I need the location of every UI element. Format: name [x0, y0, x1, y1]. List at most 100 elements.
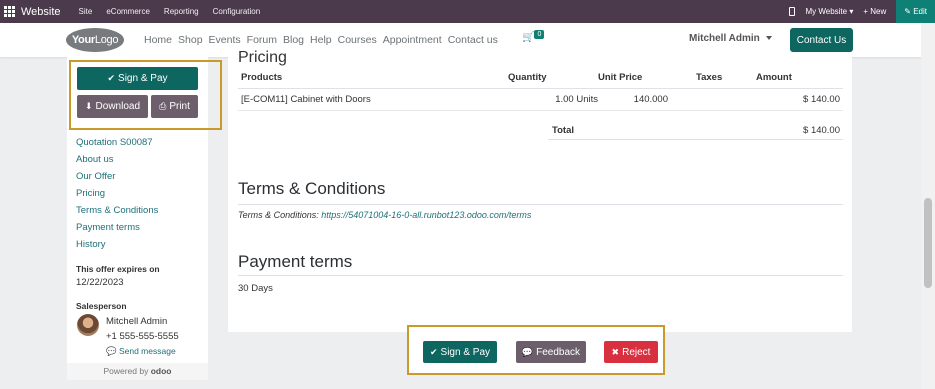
print-button[interactable]: ⎙ Print — [151, 95, 198, 118]
check-icon: ✔ — [107, 73, 116, 83]
terms-heading: Terms & Conditions — [238, 179, 386, 198]
feedback-button[interactable]: 💬 Feedback — [516, 341, 586, 363]
pricing-table: Products Quantity Unit Price Taxes Amoun… — [238, 68, 843, 111]
toc-about-us[interactable]: About us — [76, 151, 158, 168]
payment-terms-text: 30 Days — [238, 283, 273, 294]
edit-button[interactable]: ✎ Edit — [896, 0, 935, 23]
nav-help[interactable]: Help — [310, 34, 332, 46]
site-header: Your Logo Home Shop Events Forum Blog Hel… — [0, 23, 921, 57]
admin-menu-ecommerce[interactable]: eCommerce — [106, 7, 150, 16]
terms-prefix: Terms & Conditions: — [238, 210, 319, 220]
send-message-label: Send message — [118, 346, 176, 356]
payment-divider — [238, 275, 843, 276]
sidebar-sign-pay-label: Sign & Pay — [118, 73, 168, 84]
main-nav: Home Shop Events Forum Blog Help Courses… — [144, 23, 504, 57]
download-button[interactable]: ⬇ Download — [77, 95, 148, 118]
new-button[interactable]: + New — [863, 7, 886, 16]
pricing-table-header: Products Quantity Unit Price Taxes Amoun… — [238, 68, 843, 89]
total-row: Total $ 140.00 — [548, 120, 843, 140]
expire-label: This offer expires on — [76, 264, 160, 274]
cart-link[interactable]: 🛒 0 — [522, 30, 545, 43]
sidebar-sign-pay-button[interactable]: ✔ Sign & Pay — [77, 67, 198, 90]
close-icon: ✖ — [611, 346, 620, 357]
reject-button[interactable]: ✖ Reject — [604, 341, 658, 363]
logo-text-your: Your — [71, 34, 95, 46]
quote-sidebar: ✔ Sign & Pay ⬇ Download ⎙ Print Quotation S… — [67, 57, 222, 380]
nav-blog[interactable]: Blog — [283, 34, 304, 46]
nav-shop[interactable]: Shop — [178, 34, 203, 46]
powered-by-brand[interactable]: odoo — [151, 366, 172, 376]
my-website-label: My Website — [805, 7, 848, 16]
download-icon: ⬇ — [84, 101, 93, 111]
payment-terms-heading: Payment terms — [238, 252, 353, 271]
user-menu[interactable]: Mitchell Admin — [689, 33, 772, 44]
terms-link[interactable]: https://54071004-16-0-all.runbot123.odoo… — [321, 210, 531, 220]
product-quantity: 1.00 Units — [508, 88, 598, 111]
print-icon: ⎙ — [159, 101, 167, 111]
col-taxes: Taxes — [696, 68, 756, 89]
download-label: Download — [95, 101, 141, 112]
admin-menu-configuration[interactable]: Configuration — [213, 7, 261, 16]
quote-content: Pricing Products Quantity Unit Price Tax… — [228, 49, 852, 332]
col-unit-price: Unit Price — [598, 68, 696, 89]
apps-grid-icon[interactable] — [4, 5, 16, 18]
product-unit-price: 140.000 — [598, 88, 696, 111]
bottom-sign-pay-button[interactable]: ✔ Sign & Pay — [423, 341, 497, 363]
powered-by: Powered by odoo — [67, 363, 208, 380]
message-icon: 💬 — [106, 346, 117, 356]
toc-quotation[interactable]: Quotation S00087 — [76, 134, 158, 151]
avatar — [77, 314, 99, 336]
table-row: [E-COM11] Cabinet with Doors 1.00 Units … — [238, 88, 843, 111]
scrollbar-thumb[interactable] — [924, 198, 932, 288]
new-label: New — [870, 7, 887, 16]
col-amount: Amount — [756, 68, 843, 89]
nav-contact-us[interactable]: Contact us — [448, 34, 498, 46]
check-icon: ✔ — [429, 346, 438, 357]
nav-courses[interactable]: Courses — [338, 34, 377, 46]
nav-home[interactable]: Home — [144, 34, 172, 46]
nav-events[interactable]: Events — [209, 34, 241, 46]
contact-us-button[interactable]: Contact Us — [790, 28, 853, 52]
bottom-sign-pay-label: Sign & Pay — [440, 346, 491, 358]
powered-by-label: Powered by — [103, 366, 149, 376]
caret-down-icon — [765, 36, 772, 41]
product-taxes — [696, 88, 756, 111]
product-link[interactable]: [E-COM11] Cabinet with Doors — [238, 88, 508, 111]
admin-bar: Website Site eCommerce Reporting Configu… — [0, 0, 935, 23]
col-quantity: Quantity — [508, 68, 598, 89]
toc-history[interactable]: History — [76, 236, 158, 253]
admin-menu-site[interactable]: Site — [79, 7, 93, 16]
salesperson-label: Salesperson — [76, 301, 127, 311]
salesperson-phone: +1 555-555-5555 — [106, 331, 179, 342]
toc-payment-terms[interactable]: Payment terms — [76, 219, 158, 236]
cart-icon: 🛒 — [522, 32, 535, 43]
salesperson-name: Mitchell Admin — [106, 316, 168, 327]
nav-forum[interactable]: Forum — [247, 34, 277, 46]
terms-text: Terms & Conditions: https://54071004-16-… — [238, 210, 531, 220]
col-products: Products — [238, 68, 508, 89]
admin-menu-reporting[interactable]: Reporting — [164, 7, 199, 16]
admin-brand[interactable]: Website — [21, 6, 61, 18]
site-logo[interactable]: Your Logo — [66, 28, 124, 52]
feedback-label: Feedback — [536, 346, 581, 358]
my-website-dropdown[interactable]: My Website ▾ — [805, 7, 853, 16]
send-message-link[interactable]: 💬 Send message — [106, 346, 176, 357]
total-label: Total — [552, 125, 574, 136]
reject-label: Reject — [622, 346, 651, 358]
cart-count-badge: 0 — [534, 30, 545, 39]
total-value: $ 140.00 — [803, 125, 840, 136]
bottom-actions-highlight: ✔ Sign & Pay 💬 Feedback ✖ Reject — [407, 325, 665, 375]
logo-text-logo: Logo — [94, 34, 119, 46]
toc-terms[interactable]: Terms & Conditions — [76, 202, 158, 219]
expire-date: 12/22/2023 — [76, 277, 124, 288]
toc-our-offer[interactable]: Our Offer — [76, 168, 158, 185]
print-label: Print — [169, 101, 190, 112]
toc-pricing[interactable]: Pricing — [76, 185, 158, 202]
page-scrollbar[interactable] — [921, 23, 935, 389]
nav-appointment[interactable]: Appointment — [383, 34, 442, 46]
mobile-preview-icon[interactable] — [789, 7, 796, 16]
edit-label: Edit — [913, 7, 927, 16]
table-of-contents: Quotation S00087 About us Our Offer Pric… — [76, 134, 158, 253]
user-name: Mitchell Admin — [689, 33, 760, 44]
terms-divider — [238, 204, 843, 205]
